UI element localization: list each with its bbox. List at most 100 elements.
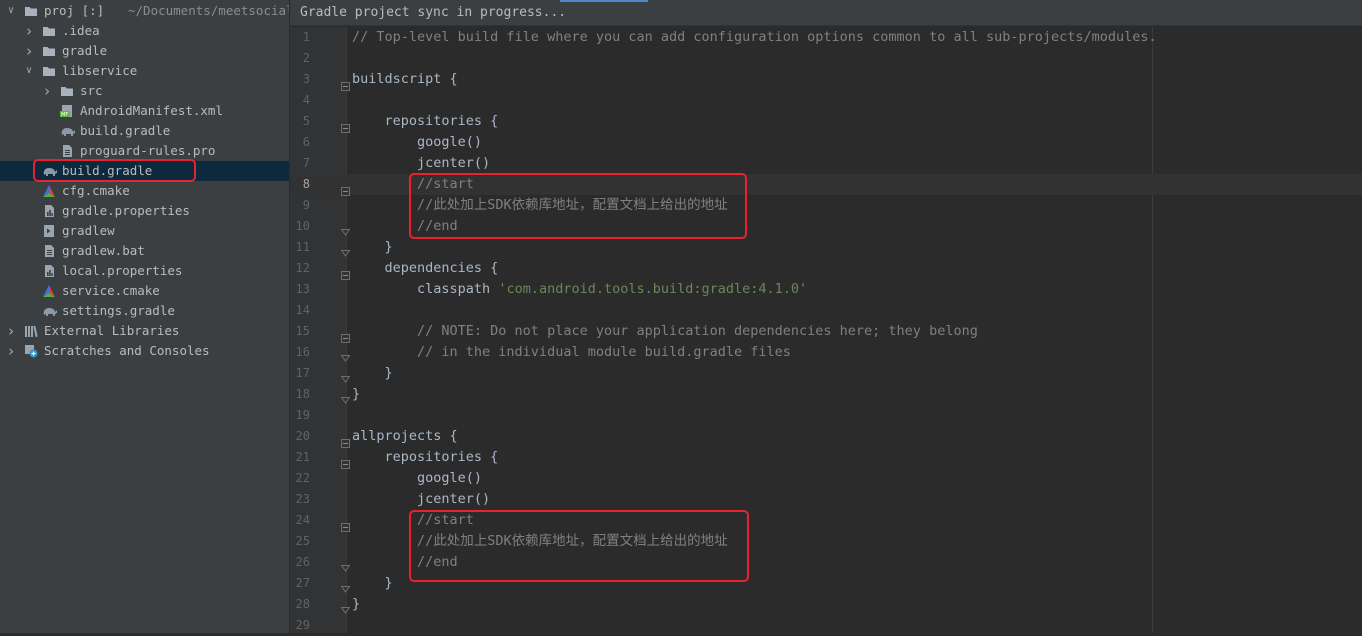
code-line[interactable]: 6 google() bbox=[290, 132, 1362, 153]
chevron-down-icon[interactable]: ∨ bbox=[24, 61, 34, 81]
line-number: 13 bbox=[295, 282, 310, 296]
tree-item[interactable]: › src bbox=[0, 81, 289, 101]
code-line[interactable]: 2 bbox=[290, 48, 1362, 69]
code-line[interactable]: 18} bbox=[290, 384, 1362, 405]
line-number: 16 bbox=[295, 345, 310, 359]
code-token: jcenter() bbox=[352, 155, 491, 171]
tree-item[interactable]: › Scratches and Consoles bbox=[0, 341, 289, 361]
tree-item-label: .idea bbox=[62, 23, 100, 38]
code-line[interactable]: 19 bbox=[290, 405, 1362, 426]
fold-collapse-icon[interactable] bbox=[341, 516, 350, 532]
code-text: } bbox=[352, 237, 393, 258]
code-text: jcenter() bbox=[352, 153, 490, 174]
fold-end-icon[interactable] bbox=[340, 600, 351, 614]
tree-item[interactable]: gradle.properties bbox=[0, 201, 289, 221]
code-line[interactable]: 14 bbox=[290, 300, 1362, 321]
code-line[interactable]: 13 classpath 'com.android.tools.build:gr… bbox=[290, 279, 1362, 300]
code-comment: // in the individual module build.gradle… bbox=[352, 344, 791, 360]
code-line[interactable]: 23 jcenter() bbox=[290, 489, 1362, 510]
tree-item[interactable]: ∨ libservice bbox=[0, 61, 289, 81]
code-editor: Gradle project sync in progress... 1 // T… bbox=[290, 0, 1362, 633]
code-token: classpath bbox=[352, 281, 499, 297]
svg-text:MF: MF bbox=[61, 112, 68, 118]
tree-item-label: gradlew bbox=[62, 223, 115, 238]
fold-collapse-icon[interactable] bbox=[341, 75, 350, 91]
line-number: 20 bbox=[295, 429, 310, 443]
code-line[interactable]: 1 // Top-level build file where you can a… bbox=[290, 27, 1362, 48]
code-line[interactable]: 5 repositories { bbox=[290, 111, 1362, 133]
tree-item-label: build.gradle bbox=[80, 123, 171, 138]
project-path: ~/Documents/meetsocial bbox=[128, 3, 289, 18]
code-token: buildscript { bbox=[352, 71, 458, 87]
line-number: 9 bbox=[302, 198, 310, 212]
fold-end-icon[interactable] bbox=[340, 390, 351, 404]
fold-collapse-icon[interactable] bbox=[341, 264, 350, 280]
code-line[interactable]: 28} bbox=[290, 594, 1362, 615]
fold-end-icon[interactable] bbox=[340, 348, 351, 362]
line-number: 14 bbox=[295, 303, 310, 317]
fold-collapse-icon[interactable] bbox=[341, 453, 350, 469]
tree-item[interactable]: › External Libraries bbox=[0, 321, 289, 341]
folder-icon bbox=[42, 44, 56, 58]
code-line[interactable]: 3 buildscript { bbox=[290, 69, 1362, 91]
tree-item-label: gradlew.bat bbox=[62, 243, 145, 258]
fold-collapse-icon[interactable] bbox=[341, 432, 350, 448]
tree-item-label: libservice bbox=[62, 63, 138, 78]
code-line[interactable]: 7 jcenter() bbox=[290, 153, 1362, 174]
fold-end-icon[interactable] bbox=[340, 222, 351, 236]
code-token: } bbox=[352, 596, 361, 612]
line-number: 18 bbox=[295, 387, 310, 401]
cmake-icon bbox=[42, 284, 56, 298]
tree-item[interactable]: build.gradle bbox=[0, 121, 289, 141]
folder-icon bbox=[42, 64, 56, 78]
line-number: 25 bbox=[295, 534, 310, 548]
chevron-right-icon[interactable]: › bbox=[24, 41, 34, 61]
chevron-right-icon[interactable]: › bbox=[42, 81, 52, 101]
code-line[interactable]: 11 } bbox=[290, 237, 1362, 258]
tree-item-label: local.properties bbox=[62, 263, 183, 278]
selected-file-highlight-box bbox=[33, 159, 196, 182]
chevron-right-icon[interactable]: › bbox=[6, 341, 16, 361]
code-line[interactable]: 20 allprojects { bbox=[290, 426, 1362, 448]
code-line[interactable]: 17 } bbox=[290, 363, 1362, 384]
tree-item[interactable]: gradlew bbox=[0, 221, 289, 241]
tree-item-label: AndroidManifest.xml bbox=[80, 103, 223, 118]
line-number: 15 bbox=[295, 324, 310, 338]
tree-item[interactable]: proguard-rules.pro bbox=[0, 141, 289, 161]
tree-item[interactable]: › gradle bbox=[0, 41, 289, 61]
code-text: google() bbox=[352, 468, 482, 489]
tree-item[interactable]: ∨ proj [:] ~/Documents/meetsocial bbox=[0, 1, 289, 21]
chevron-down-icon[interactable]: ∨ bbox=[6, 1, 16, 21]
fold-collapse-icon[interactable] bbox=[341, 327, 350, 343]
manifest-icon: MF bbox=[60, 104, 74, 118]
fold-end-icon[interactable] bbox=[340, 558, 351, 572]
tree-item-label: proj [:] bbox=[44, 3, 105, 18]
tree-item-label: External Libraries bbox=[44, 323, 180, 338]
fold-collapse-icon[interactable] bbox=[341, 180, 350, 196]
tree-item[interactable]: MF AndroidManifest.xml bbox=[0, 101, 289, 121]
code-line[interactable]: 12 dependencies { bbox=[290, 258, 1362, 280]
chevron-right-icon[interactable]: › bbox=[6, 321, 16, 341]
tree-item[interactable]: settings.gradle bbox=[0, 301, 289, 321]
code-line[interactable]: 21 repositories { bbox=[290, 447, 1362, 469]
tree-item[interactable]: local.properties bbox=[0, 261, 289, 281]
code-line[interactable]: 22 google() bbox=[290, 468, 1362, 489]
tree-item-label: settings.gradle bbox=[62, 303, 175, 318]
fold-collapse-icon[interactable] bbox=[341, 117, 350, 133]
tree-item[interactable]: service.cmake bbox=[0, 281, 289, 301]
fold-end-icon[interactable] bbox=[340, 369, 351, 383]
fold-end-icon[interactable] bbox=[340, 243, 351, 257]
tree-item[interactable]: cfg.cmake bbox=[0, 181, 289, 201]
tree-item[interactable]: gradlew.bat bbox=[0, 241, 289, 261]
code-line[interactable]: 4 bbox=[290, 90, 1362, 111]
code-line[interactable]: 15 // NOTE: Do not place your applicatio… bbox=[290, 321, 1362, 343]
fold-end-icon[interactable] bbox=[340, 579, 351, 593]
properties-icon bbox=[42, 204, 56, 218]
code-line[interactable]: 16 // in the individual module build.gra… bbox=[290, 342, 1362, 363]
code-text: repositories { bbox=[352, 447, 499, 468]
line-number: 12 bbox=[295, 261, 310, 275]
code-token: allprojects { bbox=[352, 428, 458, 444]
libraries-icon bbox=[24, 324, 38, 338]
tree-item[interactable]: › .idea bbox=[0, 21, 289, 41]
chevron-right-icon[interactable]: › bbox=[24, 21, 34, 41]
